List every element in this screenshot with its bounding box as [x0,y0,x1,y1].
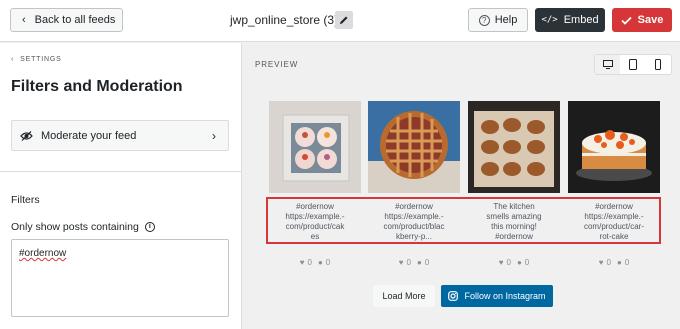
back-to-feeds-button[interactable]: ‹ Back to all feeds [10,8,123,32]
save-button[interactable]: Save [612,8,672,32]
post-image-buns[interactable] [468,101,560,193]
comment-icon: ● [616,258,622,267]
comment-icon: ● [317,258,323,267]
moderate-feed-button[interactable]: Moderate your feed › [11,120,229,151]
caption-line: rot-cake [599,232,629,241]
moderate-feed-label: Moderate your feed [41,129,137,142]
follow-on-instagram-button[interactable]: Follow on Instagram [441,285,553,307]
tablet-icon [628,59,637,70]
post-caption: #ordernow https://example.- com/product/… [568,202,660,242]
caption-line: #ordernow [296,202,334,211]
caption-line: kberry-p... [395,232,432,241]
load-more-button[interactable]: Load More [373,285,435,307]
post-image-pie[interactable] [368,101,460,193]
code-icon: </> [541,15,558,25]
follow-label: Follow on Instagram [464,291,546,301]
chevron-right-icon: › [212,128,216,143]
comment-icon: ● [516,258,522,267]
checkmark-icon [621,16,632,25]
question-icon: ? [478,14,490,26]
post-image-carrot-cake[interactable] [568,101,660,193]
caption-line: es [310,232,320,241]
comments-count: 0 [624,258,630,267]
post-stats: ♥ 0 ● 0 [269,258,361,267]
only-show-label: Only show posts containing i [11,221,155,233]
heart-icon: ♥ [398,258,404,267]
embed-button[interactable]: </> Embed [535,8,605,32]
caption-line: #ordernow [595,202,633,211]
info-icon[interactable]: i [144,222,155,232]
likes-count: 0 [307,258,312,267]
filters-heading: Filters [11,194,40,206]
back-label: Back to all feeds [34,14,116,26]
heart-icon: ♥ [598,258,604,267]
divider [0,171,242,172]
feed-title: jwp_online_store (3) [230,13,339,27]
preview-label: PREVIEW [255,60,299,69]
caption-line: https://example.- [285,212,345,221]
likes-count: 0 [506,258,511,267]
caption-line: #ordernow [495,232,533,241]
comments-count: 0 [424,258,430,267]
only-show-text: Only show posts containing [11,221,139,233]
chevron-left-icon: ‹ [22,14,26,26]
instagram-icon [448,291,459,301]
caption-line: this morning! [491,222,537,231]
page-title: Filters and Moderation [11,78,183,95]
caption-line: com/product/cak [285,222,345,231]
desktop-view-button[interactable] [595,55,621,74]
post-stats: ♥ 0 ● 0 [568,258,660,267]
filter-textarea[interactable]: #ordernow [11,239,229,317]
comment-icon: ● [416,258,422,267]
likes-count: 0 [406,258,411,267]
breadcrumb[interactable]: ‹ SETTINGS [11,56,62,63]
edit-title-button[interactable] [335,11,353,29]
save-label: Save [637,14,664,26]
caption-line: smells amazing [486,212,542,221]
caption-line: https://example.- [384,212,444,221]
caption-line: com/product/car- [583,222,645,231]
chevron-left-icon: ‹ [11,56,15,63]
eye-slash-icon [20,130,33,141]
help-button[interactable]: ? Help [468,8,528,32]
post-image-cupcakes[interactable] [269,101,361,193]
post-stats: ♥ 0 ● 0 [468,258,560,267]
breadcrumb-label: SETTINGS [20,56,62,63]
comments-count: 0 [524,258,530,267]
post-caption: #ordernow https://example.- com/product/… [368,202,460,242]
post-caption: #ordernow https://example.- com/product/… [269,202,361,242]
top-bar: ‹ Back to all feeds jwp_online_store (3)… [0,0,680,42]
comments-count: 0 [325,258,331,267]
embed-label: Embed [563,14,599,26]
tablet-view-button[interactable] [620,55,645,74]
mobile-icon [655,59,662,70]
caption-line: The kitchen [493,202,535,211]
caption-line: https://example.- [584,212,644,221]
pencil-icon [340,16,348,24]
device-switcher [594,54,672,75]
mobile-view-button[interactable] [646,55,671,74]
caption-line: #ordernow [395,202,433,211]
likes-count: 0 [606,258,611,267]
filter-value: #ordernow [19,248,67,259]
help-label: Help [494,14,518,26]
post-caption: The kitchen smells amazing this morning!… [468,202,560,242]
desktop-icon [602,60,613,69]
caption-line: com/product/blac [383,222,445,231]
post-stats: ♥ 0 ● 0 [368,258,460,267]
heart-icon: ♥ [299,258,305,267]
heart-icon: ♥ [498,258,504,267]
